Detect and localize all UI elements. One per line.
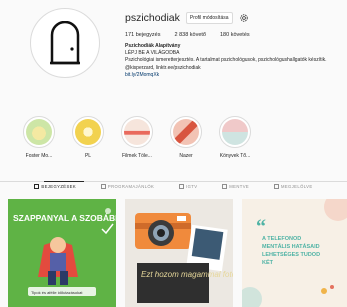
highlight-item[interactable]: Foster Mo... bbox=[22, 116, 56, 159]
highlight-cover bbox=[26, 119, 52, 145]
edit-profile-button[interactable]: Profil módosítása bbox=[185, 12, 233, 24]
tab-igtv-label: IGTV bbox=[186, 184, 198, 189]
tab-igtv[interactable]: IGTV bbox=[179, 184, 197, 189]
tab-tagged[interactable]: MEGJELÖLVE bbox=[273, 184, 313, 189]
tab-programs-label: PROGRAMAJÁNLÓK bbox=[107, 184, 155, 189]
highlight-cover bbox=[173, 119, 199, 145]
profile-bio: Pszichodiák Alapítvány LÉPJ BE A VILÁGOD… bbox=[125, 43, 340, 79]
profile-stats: 171 bejegyzés 2 838 követő 180 követés bbox=[125, 32, 340, 38]
profile-info: pszichodiak Profil módosítása 171 bejegy… bbox=[125, 10, 340, 79]
bio-link[interactable]: bit.ly/2MomqXk bbox=[125, 72, 340, 79]
highlight-label: Foster Mo... bbox=[25, 153, 53, 159]
door-logo-icon bbox=[50, 21, 80, 65]
tab-saved[interactable]: MENTVE bbox=[222, 184, 249, 189]
post-thumbnail[interactable]: “ A TELEFONOD MENTÁLIS HATÁSAID LEHETSÉG… bbox=[242, 199, 347, 307]
post-title: Ezt hozom magammal fotováról... bbox=[141, 270, 233, 279]
following-count[interactable]: 180 követés bbox=[220, 32, 250, 38]
igtv-icon bbox=[179, 184, 185, 189]
posts-grid: SZAPPANYAL A SZOBÁBLIN Tipok és afélle i… bbox=[8, 199, 347, 307]
highlight-item[interactable]: PL bbox=[71, 116, 105, 159]
settings-gear-icon[interactable] bbox=[239, 13, 249, 23]
highlight-item[interactable]: Könyvek Tő... bbox=[218, 116, 252, 159]
highlight-label: Filmek Töle... bbox=[122, 153, 152, 159]
highlight-label: Nazer bbox=[179, 153, 193, 159]
programs-icon bbox=[100, 184, 106, 189]
active-tab-indicator bbox=[44, 181, 84, 182]
posts-count: 171 bejegyzés bbox=[125, 32, 161, 38]
post-title: SZAPPANYAL A SZOBÁBLIN bbox=[13, 213, 116, 223]
highlight-item[interactable]: Nazer bbox=[169, 116, 203, 159]
post-thumbnail[interactable]: SZAPPANYAL A SZOBÁBLIN Tipok és afélle i… bbox=[8, 199, 116, 307]
highlight-cover bbox=[222, 119, 248, 145]
saved-icon bbox=[222, 184, 228, 189]
story-highlights: Foster Mo... PL Filmek Töle... Nazer Kön… bbox=[22, 116, 252, 159]
post-image: SZAPPANYAL A SZOBÁBLIN Tipok és afélle i… bbox=[13, 208, 116, 296]
post-title: A TELEFONOD MENTÁLIS HATÁSAID LEHETSÉGES… bbox=[262, 236, 321, 266]
tab-tagged-label: MEGJELÖLVE bbox=[280, 184, 313, 189]
highlight-cover bbox=[75, 119, 101, 145]
bio-description: Pszichológiai ismeretterjesztés. A tarta… bbox=[125, 57, 327, 64]
tab-posts[interactable]: BEJEGYZÉSEK bbox=[34, 184, 76, 189]
profile-username: pszichodiak bbox=[125, 12, 180, 24]
post-thumbnail[interactable]: Ezt hozom magammal fotováról... bbox=[125, 199, 233, 307]
highlight-label: Könyvek Tő... bbox=[219, 153, 251, 159]
tab-saved-label: MENTVE bbox=[229, 184, 250, 189]
post-image: “ A TELEFONOD MENTÁLIS HATÁSAID LEHETSÉG… bbox=[242, 199, 347, 307]
tab-programs[interactable]: PROGRAMAJÁNLÓK bbox=[100, 184, 155, 189]
profile-avatar[interactable] bbox=[30, 8, 100, 78]
bio-tagline: LÉPJ BE A VILÁGODBA bbox=[125, 50, 180, 57]
highlight-item[interactable]: Filmek Töle... bbox=[120, 116, 154, 159]
posts-grid-icon bbox=[34, 184, 40, 189]
profile-tabs: BEJEGYZÉSEK PROGRAMAJÁNLÓK IGTV MENTVE M… bbox=[0, 184, 347, 189]
followers-count[interactable]: 2 838 követő bbox=[174, 32, 206, 38]
tagged-icon bbox=[273, 184, 279, 189]
tab-posts-label: BEJEGYZÉSEK bbox=[41, 184, 77, 189]
post-image: Ezt hozom magammal fotováról... bbox=[125, 199, 233, 307]
highlight-cover bbox=[124, 119, 150, 145]
highlight-label: PL bbox=[84, 153, 92, 159]
post-caption: Tipok és afélle időutazásokat bbox=[31, 290, 83, 295]
bio-contacts[interactable]: @kisperzard, linktr.ee/pszichodiak bbox=[125, 65, 340, 72]
